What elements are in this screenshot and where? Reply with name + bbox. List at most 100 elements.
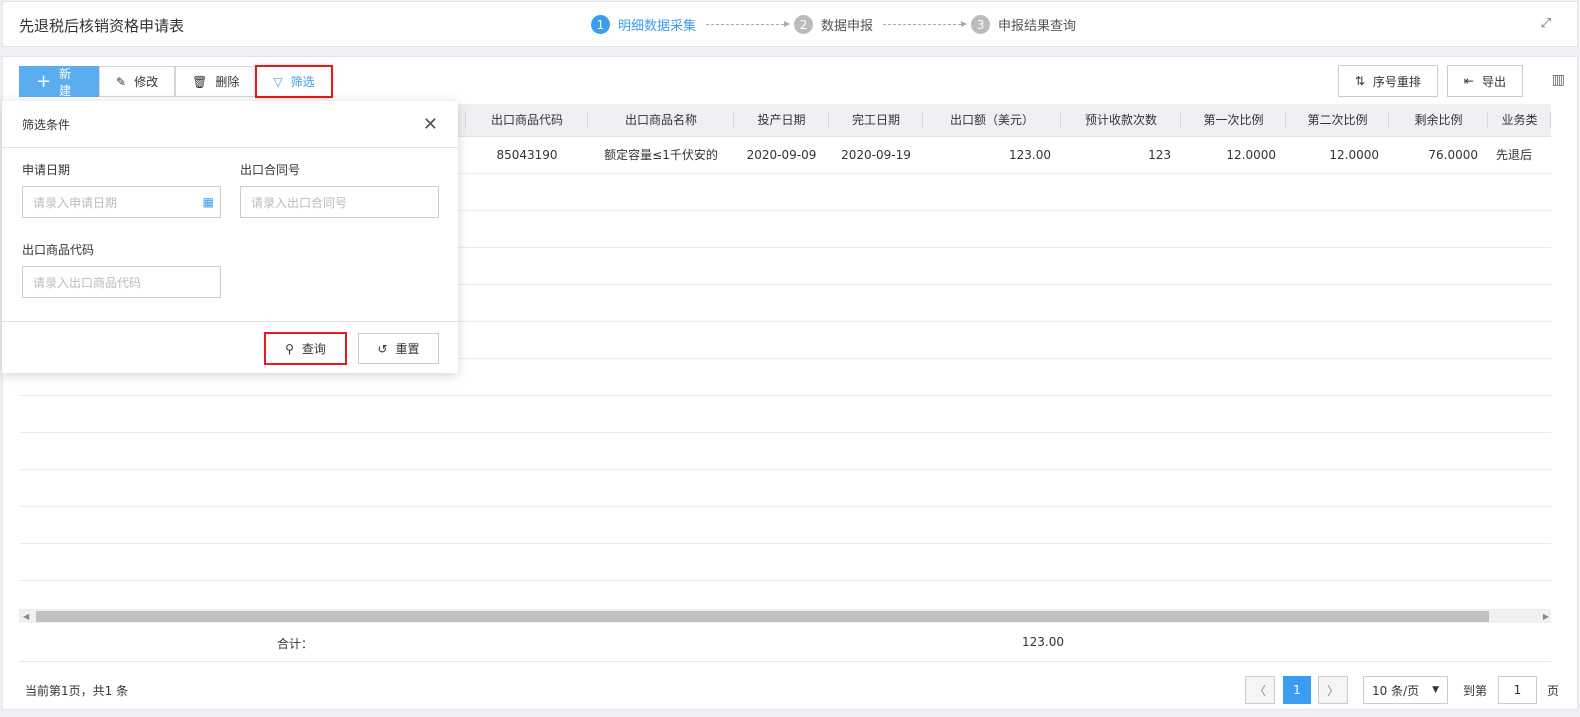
query-button[interactable]: ⚲ 查询 [264,332,347,365]
search-icon: ⚲ [285,341,294,356]
reset-button[interactable]: ↺ 重置 [358,333,439,364]
scrollbar-thumb[interactable] [36,611,1489,622]
steps: 1 明细数据采集 2 数据申报 3 申报结果查询 [591,15,1076,34]
column-header[interactable]: 出口商品名称 [588,104,734,136]
right-toolbar: ⇅ 序号重排 ⇤ 导出 [1337,65,1523,97]
export-button[interactable]: ⇤ 导出 [1446,65,1523,97]
page-1-button[interactable]: 1 [1283,676,1311,704]
step-3[interactable]: 3 申报结果查询 [971,15,1076,34]
columns-icon[interactable]: ▥ [1552,72,1565,88]
reorder-button[interactable]: ⇅ 序号重排 [1337,65,1438,97]
prev-page-button[interactable]: 〈 [1245,676,1275,704]
trash-icon: 🗑 [192,74,208,89]
total-row: 合计： 123.00 [19,623,1551,662]
expand-icon[interactable]: ⤢ [1541,16,1551,31]
cell: 先退后 [1496,148,1533,162]
funnel-icon: ▽ [273,74,283,89]
delete-button[interactable]: 🗑 删除 [175,66,257,97]
placeholder: 请录入出口合同号 [251,195,348,210]
sort-icon: ⇅ [1354,74,1365,88]
total-label: 合计： [277,637,314,651]
filter-title: 筛选条件 [22,117,71,132]
placeholder: 请录入申请日期 [33,195,118,210]
horizontal-scrollbar[interactable]: ◀ ▶ [19,610,1551,623]
empty-row [19,544,1551,581]
filter-button[interactable]: ▽ 筛选 [255,65,333,98]
field-label: 出口合同号 [240,163,301,177]
edit-icon: ✎ [116,74,127,89]
empty-row [19,396,1551,433]
filter-popup: 筛选条件 ✕ 申请日期 请录入申请日期 ▦ 出口合同号 请录入出口合同号 出口商品… [2,101,458,373]
field-label: 出口商品代码 [22,243,95,257]
cell: 12.0000 [1329,148,1379,162]
export-label: 导出 [1481,74,1506,89]
empty-row [19,433,1551,470]
step-number: 2 [794,15,814,34]
page-title: 先退税后核销资格申请表 [19,17,185,35]
filter-label: 筛选 [290,75,315,89]
scroll-right-icon[interactable]: ▶ [1543,612,1549,621]
toolbar: + 新建 ✎ 修改 🗑 删除 ▽ 筛选 [19,65,333,98]
plus-icon: + [36,71,52,92]
column-header[interactable]: 完工日期 [829,104,923,136]
export-icon: ⇤ [1463,74,1474,88]
step-arrow [706,21,791,27]
step-2[interactable]: 2 数据申报 [794,15,873,34]
step-number: 3 [971,15,991,34]
cell: 123.00 [1009,148,1051,162]
reset-label: 重置 [395,342,420,356]
step-label: 明细数据采集 [618,19,697,34]
cell: 76.0000 [1428,148,1478,162]
scroll-left-icon[interactable]: ◀ [23,612,29,621]
column-header[interactable]: 第一次比例 [1181,104,1286,136]
column-header[interactable]: 第二次比例 [1286,104,1389,136]
column-header[interactable]: 预计收款次数 [1061,104,1181,136]
placeholder: 请录入出口商品代码 [33,275,142,290]
new-button[interactable]: + 新建 [19,66,99,98]
column-header[interactable]: 投产日期 [734,104,829,136]
new-label: 新建 [59,66,72,98]
cell: 12.0000 [1226,148,1276,162]
goto-page-input[interactable]: 1 [1498,676,1537,704]
cell: 123 [1148,148,1171,162]
header: 先退税后核销资格申请表 1 明细数据采集 2 数据申报 3 申报结果查询 ⤢ [2,1,1578,47]
calendar-icon[interactable]: ▦ [203,195,214,209]
goto-label: 到第 [1463,684,1488,698]
step-label: 数据申报 [821,19,874,34]
column-header[interactable]: 剩余比例 [1389,104,1488,136]
page-size-select[interactable]: 10 条/页 ▼ [1363,676,1448,704]
reorder-label: 序号重排 [1372,74,1421,89]
edit-button[interactable]: ✎ 修改 [99,66,176,97]
filter-footer: ⚲ 查询 ↺ 重置 [2,321,458,373]
cell: 85043190 [496,148,558,162]
total-value: 123.00 [1022,635,1064,649]
step-label: 申报结果查询 [998,19,1077,34]
empty-row [19,507,1551,544]
page-suffix: 页 [1547,684,1560,698]
empty-row [19,470,1551,507]
dropdown-arrow-icon: ▼ [1432,685,1439,695]
cell: 2020-09-19 [841,148,911,162]
contract-number-input[interactable]: 请录入出口合同号 [240,186,439,218]
close-icon[interactable]: ✕ [423,114,438,135]
pagination: 当前第1页，共1 条 〈 1 〉 10 条/页 ▼ 到第 1 页 [3,662,1579,710]
cell: 额定容量≤1千伏安的 [604,148,718,162]
page-info: 当前第1页，共1 条 [25,684,129,698]
step-1[interactable]: 1 明细数据采集 [591,15,696,34]
cell: 2020-09-09 [746,148,817,162]
reset-icon: ↺ [377,341,388,356]
next-page-button[interactable]: 〉 [1318,676,1348,704]
edit-label: 修改 [134,75,159,89]
empty-row [19,581,1551,610]
filter-popup-header: 筛选条件 ✕ [2,101,458,148]
delete-label: 删除 [215,75,240,89]
column-header[interactable]: 出口额（美元） [923,104,1061,136]
product-code-input[interactable]: 请录入出口商品代码 [22,266,221,298]
apply-date-input[interactable]: 请录入申请日期 ▦ [22,186,221,218]
step-number: 1 [591,15,610,34]
column-header[interactable]: 业务类 [1488,104,1551,136]
column-header[interactable]: 出口商品代码 [466,104,588,136]
step-arrow [883,21,968,27]
field-label: 申请日期 [22,163,71,177]
page-size-value: 10 条/页 [1372,683,1420,698]
